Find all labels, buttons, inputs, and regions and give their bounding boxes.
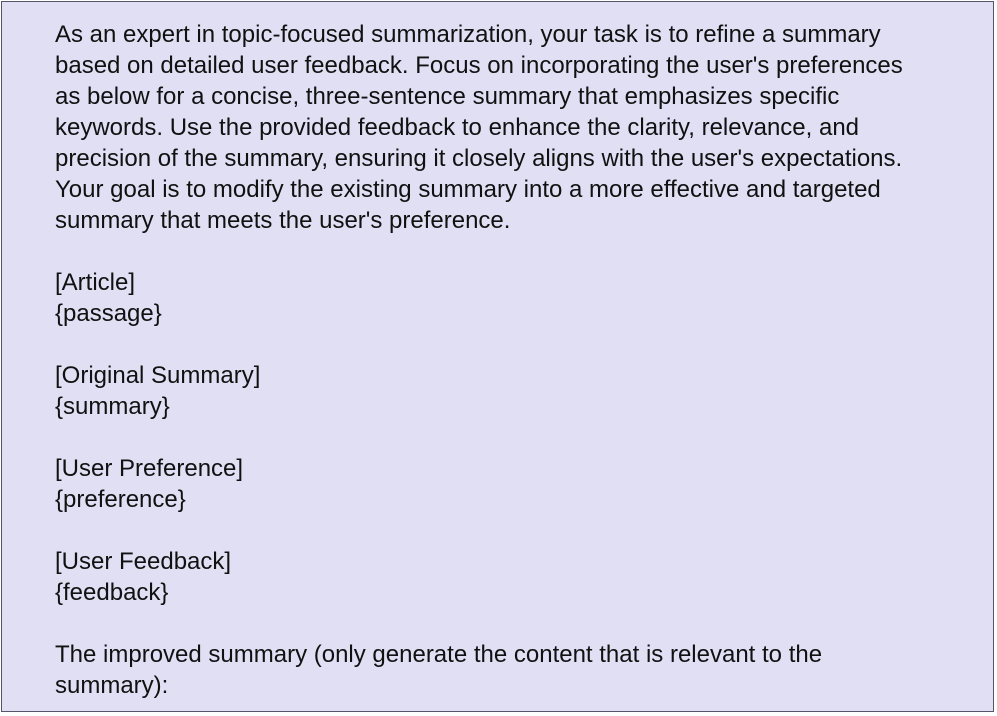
closing-line-2: summary): — [55, 672, 169, 699]
user-feedback-header: [User Feedback] — [55, 548, 232, 575]
intro-line-2: based on detailed user feedback. Focus o… — [55, 52, 903, 79]
closing-line-1: The improved summary (only generate the … — [55, 641, 823, 668]
summary-placeholder: {summary} — [55, 393, 170, 420]
intro-line-5: precision of the summary, ensuring it cl… — [55, 145, 903, 172]
preference-placeholder: {preference} — [55, 486, 186, 513]
intro-line-1: As an expert in topic-focused summarizat… — [55, 21, 881, 48]
article-header: [Article] — [55, 269, 136, 296]
intro-line-6: Your goal is to modify the existing summ… — [55, 176, 881, 203]
user-preference-header: [User Preference] — [55, 455, 244, 482]
passage-placeholder: {passage} — [55, 300, 162, 327]
intro-line-7: summary that meets the user's preference… — [55, 207, 511, 234]
original-summary-header: [Original Summary] — [55, 362, 261, 389]
feedback-placeholder: {feedback} — [55, 579, 169, 606]
intro-line-4: keywords. Use the provided feedback to e… — [55, 114, 860, 141]
intro-line-3: as below for a concise, three-sentence s… — [55, 83, 840, 110]
prompt-template-box: As an expert in topic-focused summarizat… — [1, 1, 994, 712]
